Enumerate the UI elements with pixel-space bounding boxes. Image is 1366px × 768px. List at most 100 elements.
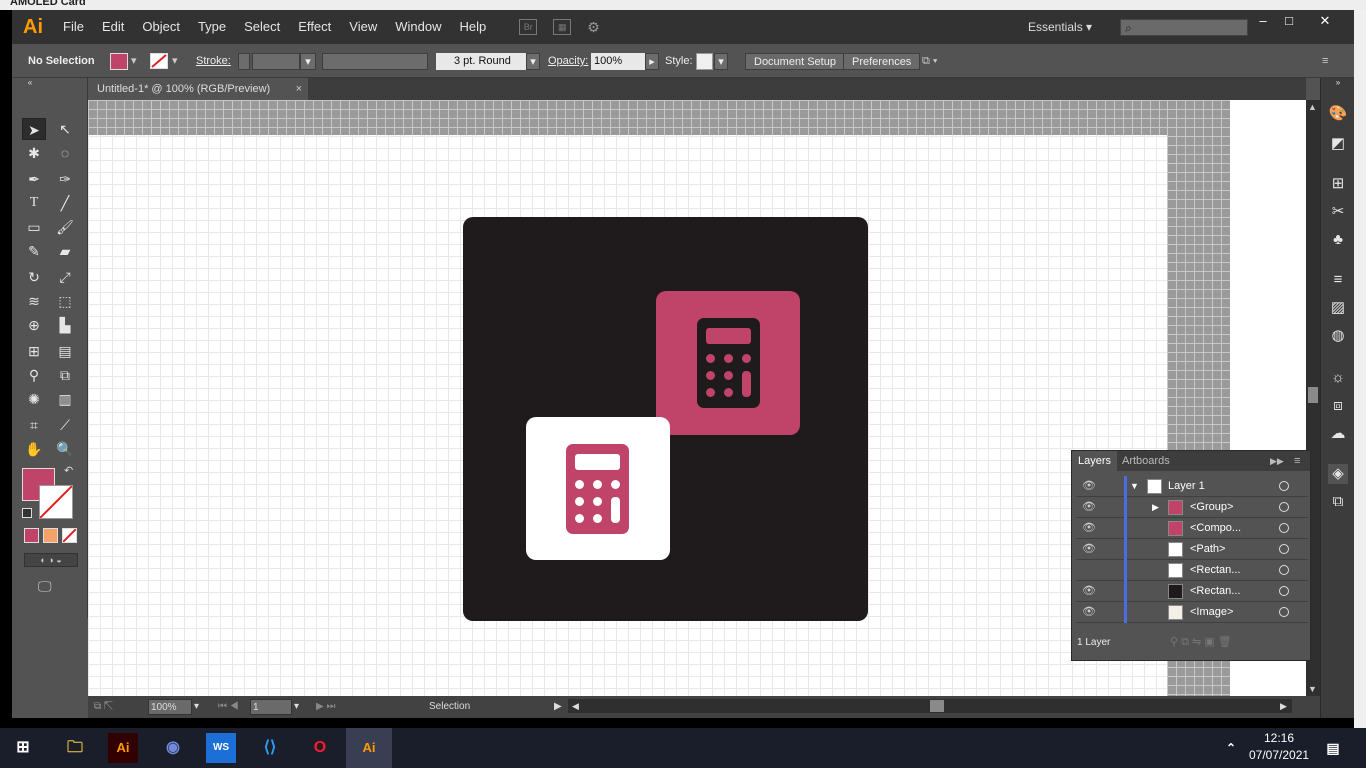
menu-type[interactable]: Type [189,10,235,44]
preferences-button[interactable]: Preferences [843,53,921,70]
bridge-button[interactable]: Br [519,19,538,35]
column-graph-tool-icon[interactable]: ▥ [53,388,77,410]
target-circle-icon[interactable] [1279,523,1289,533]
visibility-eye-icon[interactable]: 👁 [1082,605,1096,618]
layer-row[interactable]: 👁 <Image> [1076,602,1308,623]
screen-mode-icon[interactable]: 🖵 [38,578,52,595]
expand-group-icon[interactable]: ▶ [1152,497,1159,518]
perspective-grid-tool-icon[interactable]: ▙ [53,314,77,336]
symbols-icon[interactable]: ♣ [1328,230,1348,250]
opacity-label[interactable]: Opacity: [548,53,588,70]
gpu-performance-icon[interactable]: ⚙ [587,19,600,36]
vertical-scroll-thumb[interactable] [1308,387,1318,403]
pen-tool-icon[interactable]: ✒ [22,168,46,190]
zoom-tool-icon[interactable]: 🔍 [53,438,77,460]
none-mode-icon[interactable] [62,528,77,543]
previous-artboard-icon[interactable]: ⏮ ◀ [218,699,239,715]
gradient-mode-icon[interactable] [43,528,58,543]
gradient-panel-icon[interactable]: ▨ [1328,298,1348,318]
zoom-field[interactable]: 100% [148,699,192,715]
libraries-icon[interactable]: ☁ [1328,424,1348,444]
next-artboard-icon[interactable]: ▶ ⏭ [316,699,335,715]
collapse-tools-icon[interactable]: « [18,78,42,88]
target-circle-icon[interactable] [1279,607,1289,617]
close-window-button[interactable]: ✕ [1310,10,1340,32]
stroke-panel-icon[interactable]: ≡ [1328,270,1348,290]
taskbar-clock[interactable]: 12:16 07/07/2021 [1249,730,1309,764]
layer-name[interactable]: <Path> [1190,539,1225,560]
show-hidden-icons-icon[interactable]: ⌃ [1216,733,1246,763]
menu-view[interactable]: View [340,10,386,44]
line-segment-tool-icon[interactable]: ╱ [53,192,77,214]
target-circle-icon[interactable] [1279,502,1289,512]
menu-window[interactable]: Window [386,10,450,44]
transparency-icon[interactable]: ◍ [1328,326,1348,346]
tab-artboards[interactable]: Artboards [1116,451,1176,471]
scroll-down-icon[interactable]: ▼ [1308,684,1317,694]
layer-row[interactable]: 👁 <Compo... [1076,518,1308,539]
free-transform-tool-icon[interactable]: ⬚ [53,290,77,312]
illustrator-icon[interactable]: Ai [108,733,138,763]
fill-dropdown-icon[interactable]: ▾ [131,53,137,70]
control-panel-menu-icon[interactable]: ≡ [1322,53,1328,70]
draw-modes-icon[interactable]: ◐ ◑ ◒ [24,553,78,567]
graphic-styles-icon[interactable]: ⧈ [1328,396,1348,416]
layer-name[interactable]: Layer 1 [1168,476,1205,497]
scroll-right-icon[interactable]: ▶ [1280,699,1287,713]
menu-edit[interactable]: Edit [93,10,133,44]
help-search-input[interactable]: ⌕ [1120,19,1248,36]
artboard-dropdown-icon[interactable]: ▾ [294,699,299,715]
layer-row[interactable]: <Rectan... [1076,560,1308,581]
close-icon[interactable]: × [296,78,302,100]
panel-menu-icon[interactable]: ≡ [1288,451,1306,471]
stroke-weight-stepper[interactable] [238,53,250,70]
menu-select[interactable]: Select [235,10,289,44]
layer-name[interactable]: <Rectan... [1190,560,1240,581]
windows-start-icon[interactable]: ⊞ [8,733,38,763]
workspace-switcher[interactable]: Essentials ▾ [1028,10,1092,44]
layer-row[interactable]: 👁 <Rectan... [1076,581,1308,602]
layer-actions-icons[interactable]: ⚲ ⧉ ⇋ ▣ 🗑 [1170,635,1232,649]
menu-file[interactable]: File [54,10,93,44]
stroke-color-swatch[interactable] [39,485,73,519]
fill-swatch[interactable] [110,53,128,70]
stroke-label[interactable]: Stroke: [196,53,231,70]
swatches-icon[interactable]: ⊞ [1328,174,1348,194]
shape-builder-tool-icon[interactable]: ⊕ [22,314,46,336]
collapse-dock-icon[interactable]: » [1328,78,1348,88]
scroll-left-icon[interactable]: ◀ [572,699,579,713]
layer-row[interactable]: 👁 ▶ <Group> [1076,497,1308,518]
variable-width-profile[interactable] [322,53,428,70]
target-circle-icon[interactable] [1279,544,1289,554]
color-mode-icon[interactable] [24,528,39,543]
type-tool-icon[interactable]: T [22,192,46,214]
layer-name[interactable]: <Rectan... [1190,581,1240,602]
curvature-tool-icon[interactable]: ✑ [53,168,77,190]
opacity-dropdown[interactable]: ▸ [645,53,659,70]
magic-wand-tool-icon[interactable]: ✱ [22,142,46,164]
visibility-eye-icon[interactable]: 👁 [1082,500,1096,513]
layers-panel-icon[interactable]: ◈ [1328,464,1348,484]
stroke-dropdown-icon[interactable]: ▾ [172,53,178,70]
target-circle-icon[interactable] [1279,586,1289,596]
zoom-dropdown-icon[interactable]: ▾ [194,699,199,715]
color-guide-icon[interactable]: ◩ [1328,134,1348,154]
illustrator-active-icon[interactable]: Ai [346,728,392,768]
visibility-eye-icon[interactable]: 👁 [1082,542,1096,555]
status-menu-icon[interactable]: ▶ [554,699,562,715]
graphic-style-swatch[interactable] [696,53,713,70]
brush-definition[interactable]: 3 pt. Round [436,53,528,70]
discord-icon[interactable]: ◉ [158,733,188,763]
gradient-tool-icon[interactable]: ▤ [53,340,77,362]
layer-row[interactable]: 👁 ▼ Layer 1 [1076,476,1308,497]
expand-panel-icon[interactable]: ▶▶ [1264,451,1290,471]
maximize-button[interactable]: □ [1274,10,1304,32]
pencil-tool-icon[interactable]: ✎ [22,240,46,262]
layer-row[interactable]: 👁 <Path> [1076,539,1308,560]
layer-name[interactable]: <Group> [1190,497,1233,518]
eraser-tool-icon[interactable]: ▰ [53,240,77,262]
artboard-field[interactable]: 1 [250,699,292,715]
artboards-panel-icon[interactable]: ⧉ [1328,492,1348,512]
artboard-tool-icon[interactable]: ⌗ [22,414,46,436]
opera-icon[interactable]: O [305,733,335,763]
